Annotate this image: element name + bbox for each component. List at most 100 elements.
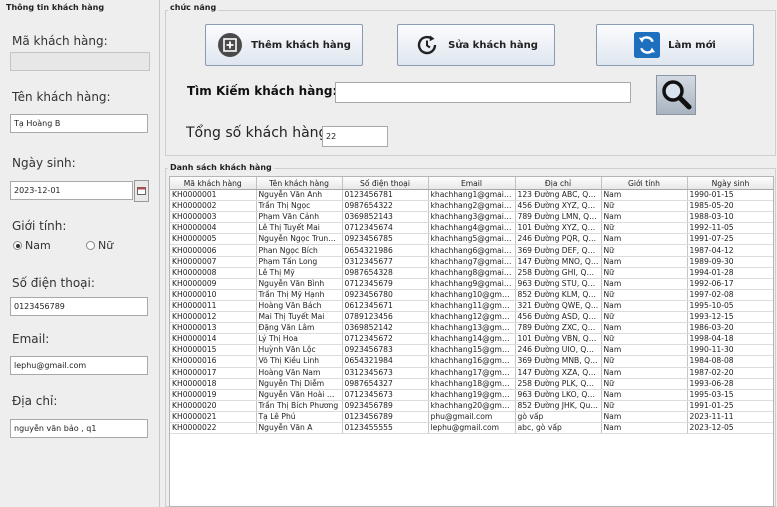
table-row[interactable]: KH0000022 Nguyễn Văn A 0123455555 lephu@gma… — [170, 422, 773, 435]
table-row[interactable]: KH0000002 Trần Thị Ngọc 0987654322 khachhan… — [170, 200, 773, 213]
cell-phone: 0712345672 — [342, 333, 429, 346]
cell-email: khachhang13@gmail... — [428, 322, 516, 335]
cell-phone: 0369852143 — [342, 211, 429, 224]
cell-customer-name: Võ Thị Kiều Linh — [256, 355, 343, 368]
table-row[interactable]: KH0000003 Phạm Văn Cảnh 0369852143 khachhan… — [170, 211, 773, 224]
table-row[interactable]: KH0000010 Trần Thị Mỹ Hạnh 0923456780 khach… — [170, 289, 773, 301]
gender-radio-female[interactable]: Nữ — [86, 239, 113, 252]
cell-address: 321 Đường QWE, Q... — [515, 300, 602, 313]
gender-label: Giới tính: — [12, 219, 67, 233]
cell-phone: 0923456785 — [342, 233, 429, 246]
cell-address: 963 Đường STU, Qu... — [515, 278, 602, 290]
cell-address: 369 Đường MNB, Qu... — [515, 355, 602, 368]
table-row[interactable]: KH0000005 Nguyễn Ngọc Trung ... 0923456785… — [170, 233, 773, 246]
calendar-icon — [137, 187, 146, 195]
cell-customer-name: Hoàng Văn Bách — [256, 300, 343, 313]
search-input[interactable] — [335, 82, 631, 103]
cell-customer-name: Phạm Văn Cảnh — [256, 211, 343, 224]
cell-customer-id: KH0000003 — [170, 211, 257, 224]
calendar-button[interactable] — [134, 180, 149, 202]
table-row[interactable]: KH0000008 Lê Thị Mỹ 0987654328 khachhang8@g… — [170, 267, 773, 279]
cell-address: 456 Đường XYZ, Quậ... — [515, 200, 602, 213]
table-row[interactable]: KH0000011 Hoàng Văn Bách 0612345671 khachha… — [170, 300, 773, 313]
radio-selected-icon — [13, 241, 22, 250]
search-button[interactable] — [656, 75, 696, 115]
cell-customer-name: Lê Thị Tuyết Mai — [256, 222, 343, 235]
cell-gender: Nữ — [601, 289, 688, 301]
cell-phone: 0123455555 — [342, 422, 429, 435]
cell-customer-id: KH0000019 — [170, 389, 257, 401]
cell-phone: 0654321986 — [342, 244, 429, 257]
cell-gender: Nữ — [601, 244, 688, 257]
column-header-dob[interactable]: Ngày sinh — [687, 177, 773, 190]
cell-customer-id: KH0000022 — [170, 422, 257, 435]
cell-customer-id: KH0000005 — [170, 233, 257, 246]
cell-gender: Nam — [601, 233, 688, 246]
functions-title: chức năng — [168, 3, 219, 12]
table-row[interactable]: KH0000006 Phan Ngọc Bích 0654321986 khachha… — [170, 244, 773, 257]
table-row[interactable]: KH0000017 Hoàng Văn Nam 0312345673 khachhan… — [170, 367, 773, 379]
cell-gender: Nam — [601, 278, 688, 290]
customer-id-field[interactable] — [10, 52, 150, 71]
cell-customer-name: Nguyễn Văn A — [256, 422, 343, 435]
table-row[interactable]: KH0000009 Nguyễn Văn Bình 0712345679 khachh… — [170, 278, 773, 290]
table-row[interactable]: KH0000012 Mai Thị Tuyết Mai 0789123456 khac… — [170, 311, 773, 324]
cell-gender: Nam — [601, 367, 688, 379]
cell-gender: Nữ — [601, 311, 688, 324]
refresh-label: Làm mới — [668, 39, 716, 51]
column-header-email[interactable]: Email — [428, 177, 516, 190]
dob-field[interactable] — [10, 181, 133, 200]
cell-phone: 0987654328 — [342, 267, 429, 279]
cell-gender: Nam — [601, 389, 688, 401]
cell-customer-id: KH0000012 — [170, 311, 257, 324]
cell-address: 963 Đường LKO, Qu... — [515, 389, 602, 401]
edit-customer-button[interactable]: Sửa khách hàng — [397, 24, 555, 66]
add-customer-button[interactable]: Thêm khách hàng — [205, 24, 363, 66]
table-row[interactable]: KH0000018 Nguyễn Thị Diễm 0987654327 khachh… — [170, 378, 773, 390]
cell-address: gò vấp — [515, 411, 602, 423]
table-row[interactable]: KH0000013 Đặng Văn Lâm 0369852142 khachhang… — [170, 322, 773, 335]
cell-email: khachhang11@gmail... — [428, 300, 516, 313]
column-header-phone[interactable]: Số điện thoại — [342, 177, 429, 190]
refresh-button[interactable]: Làm mới — [596, 24, 754, 66]
radio-unselected-icon — [86, 241, 95, 250]
cell-gender: Nam — [601, 344, 688, 357]
total-customers-field: 22 — [322, 126, 388, 147]
table-row[interactable]: KH0000014 Lý Thị Hoa 0712345672 khachhang14… — [170, 333, 773, 346]
cell-dob: 2023-11-11 — [687, 411, 773, 423]
cell-email: khachhang19@gmail... — [428, 389, 516, 401]
cell-customer-name: Trần Thị Bích Phương — [256, 400, 343, 412]
cell-customer-name: Huỳnh Văn Lộc — [256, 344, 343, 357]
email-field[interactable] — [10, 356, 148, 375]
cell-dob: 1993-12-15 — [687, 311, 773, 324]
cell-email: khachhang20@gmail... — [428, 400, 516, 412]
column-header-customer-id[interactable]: Mã khách hàng — [170, 177, 257, 190]
cell-dob: 1997-02-08 — [687, 289, 773, 301]
column-header-customer-name[interactable]: Tên khách hàng — [256, 177, 343, 190]
cell-address: 789 Đường ZXC, Quậ... — [515, 322, 602, 335]
cell-dob: 1992-06-17 — [687, 278, 773, 290]
cell-dob: 1987-04-12 — [687, 244, 773, 257]
cell-customer-id: KH0000016 — [170, 355, 257, 368]
table-row[interactable]: KH0000004 Lê Thị Tuyết Mai 0712345674 khach… — [170, 222, 773, 235]
customer-table[interactable]: Mã khách hàng Tên khách hàng Số điện tho… — [169, 176, 774, 507]
customer-name-field[interactable] — [10, 114, 148, 133]
column-header-address[interactable]: Địa chỉ — [515, 177, 602, 190]
table-row[interactable]: KH0000001 Nguyễn Văn Anh 0123456781 khachha… — [170, 189, 773, 202]
cell-address: 246 Đường PQR, Qu... — [515, 233, 602, 246]
cell-customer-id: KH0000014 — [170, 333, 257, 346]
address-field[interactable] — [10, 419, 148, 438]
gender-radio-male[interactable]: Nam — [13, 239, 51, 252]
table-row[interactable]: KH0000016 Võ Thị Kiều Linh 0654321984 khach… — [170, 355, 773, 368]
table-row[interactable]: KH0000021 Tạ Lê Phú 0123456789 phu@gmail.co… — [170, 411, 773, 423]
cell-customer-name: Lê Thị Mỹ — [256, 267, 343, 279]
cell-gender: Nam — [601, 300, 688, 313]
table-row[interactable]: KH0000020 Trần Thị Bích Phương 0923456789 k… — [170, 400, 773, 412]
table-row[interactable]: KH0000007 Phạm Tấn Long 0312345677 khachhan… — [170, 256, 773, 268]
table-row[interactable]: KH0000015 Huỳnh Văn Lộc 0923456783 khachhan… — [170, 344, 773, 357]
cell-gender: Nữ — [601, 222, 688, 235]
column-header-gender[interactable]: Giới tính — [601, 177, 688, 190]
phone-field[interactable] — [10, 297, 148, 316]
table-row[interactable]: KH0000019 Nguyễn Văn Hoài Nam 0712345673 kh… — [170, 389, 773, 401]
cell-customer-name: Phạm Tấn Long — [256, 256, 343, 268]
